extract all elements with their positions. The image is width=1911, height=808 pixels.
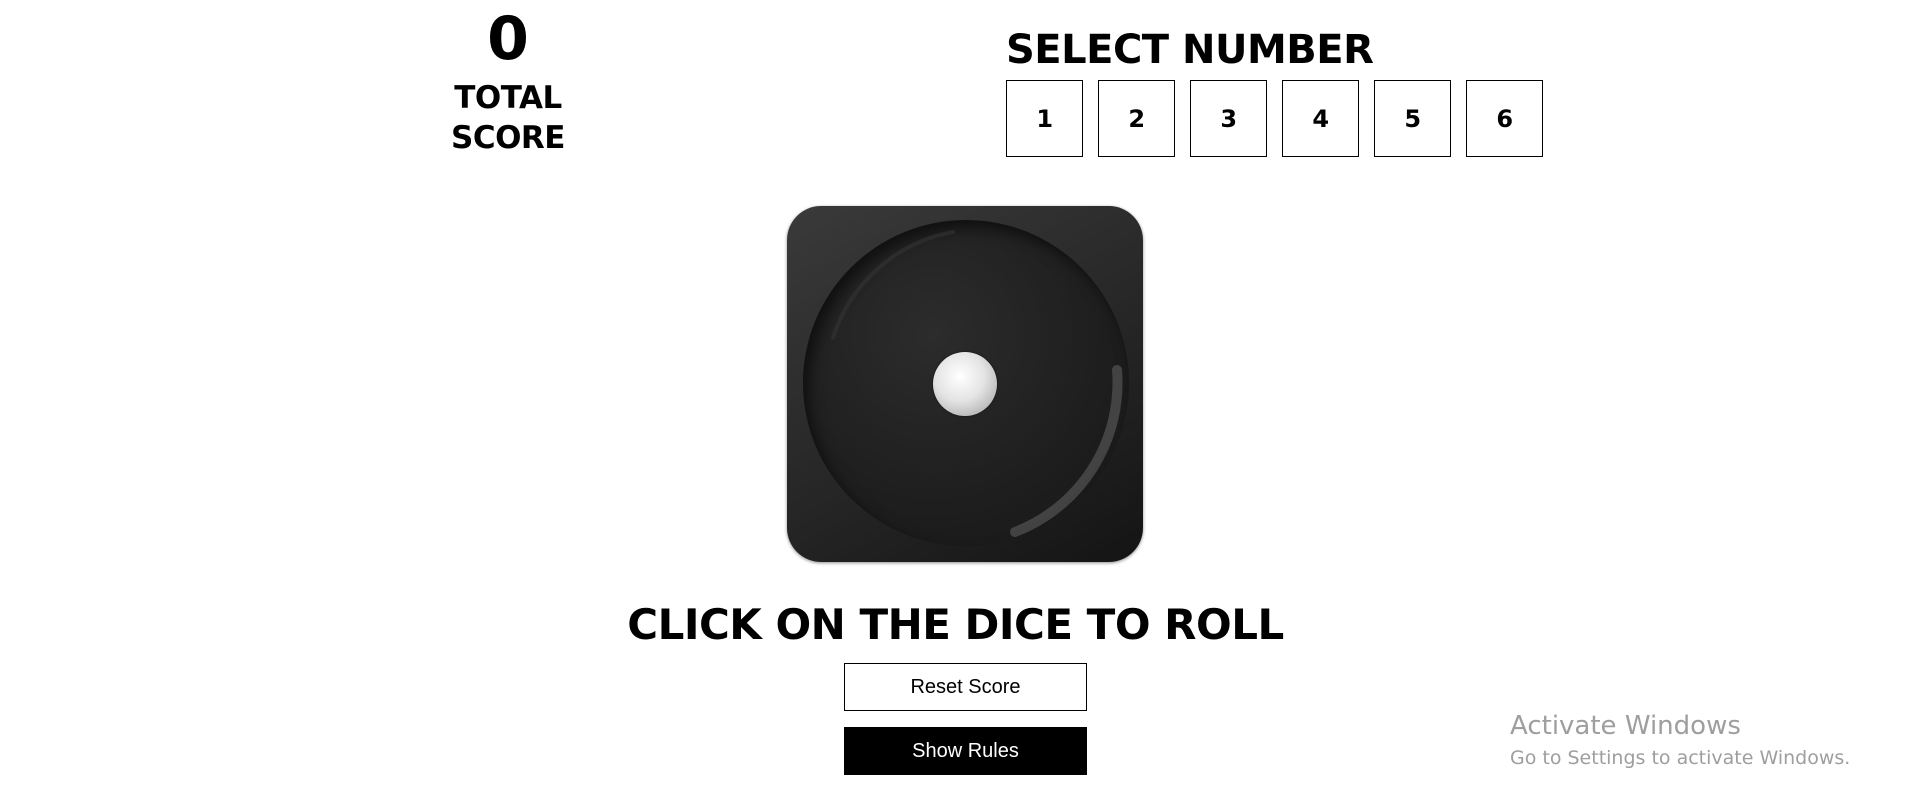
total-score-label: Total Score (451, 80, 565, 156)
activate-windows-watermark: Activate Windows Go to Settings to activ… (1510, 708, 1850, 772)
watermark-title: Activate Windows (1510, 711, 1741, 741)
roll-instruction: Click on the dice to roll (627, 600, 1284, 649)
select-number-block: Select Number 1 2 3 4 5 6 (1006, 22, 1543, 157)
show-rules-button[interactable]: Show Rules (844, 727, 1087, 775)
dice-one-icon[interactable] (787, 206, 1143, 562)
number-option-3[interactable]: 3 (1190, 80, 1267, 157)
select-number-title: Select Number (1006, 27, 1374, 73)
dice-game-page: 0 Total Score Select Number 1 2 3 4 5 6 … (0, 0, 1911, 808)
number-option-1[interactable]: 1 (1006, 80, 1083, 157)
number-option-6[interactable]: 6 (1466, 80, 1543, 157)
total-score-value: 0 (487, 4, 529, 74)
reset-score-button[interactable]: Reset Score (844, 663, 1087, 711)
number-option-5[interactable]: 5 (1374, 80, 1451, 157)
number-option-2[interactable]: 2 (1098, 80, 1175, 157)
watermark-subtitle: Go to Settings to activate Windows. (1510, 747, 1851, 769)
number-option-4[interactable]: 4 (1282, 80, 1359, 157)
dice-pip (933, 352, 997, 416)
number-selector: 1 2 3 4 5 6 (1006, 80, 1543, 157)
total-score-block: 0 Total Score (408, 4, 608, 158)
